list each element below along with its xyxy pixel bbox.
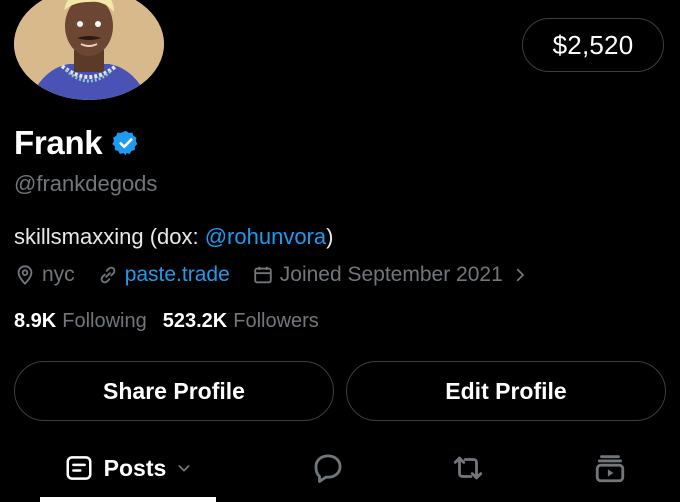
following-stat[interactable]: 8.9K Following: [14, 310, 147, 333]
following-count: 8.9K: [14, 310, 57, 332]
tab-posts-label: Posts: [103, 454, 167, 481]
media-icon: [595, 455, 625, 483]
avatar[interactable]: [14, 0, 164, 100]
display-name: Frank: [14, 124, 103, 161]
bio-text: skillsmaxxing (dox:: [14, 224, 205, 249]
posts-icon: [66, 456, 92, 480]
profile-meta: nyc paste.trade Joined September 2021: [14, 263, 535, 287]
followers-stat[interactable]: 523.2K Followers: [163, 310, 319, 333]
profile-tabs: Posts: [0, 440, 680, 502]
bio-close: ): [326, 224, 334, 249]
cartoon-avatar-icon: [14, 0, 164, 100]
joined-text: Joined September 2021: [279, 263, 503, 286]
share-profile-button[interactable]: Share Profile: [14, 361, 334, 421]
balance-button[interactable]: $2,520: [522, 18, 664, 72]
location-text: nyc: [42, 263, 75, 286]
followers-count: 523.2K: [162, 310, 228, 332]
edit-profile-button[interactable]: Edit Profile: [346, 361, 666, 421]
location-item: nyc: [14, 263, 75, 287]
tab-reposts[interactable]: [436, 440, 500, 496]
location-pin-icon: [17, 265, 33, 286]
joined-item[interactable]: Joined September 2021: [252, 263, 535, 287]
followers-label: Followers: [233, 310, 319, 332]
tab-replies[interactable]: [296, 440, 360, 496]
website-item[interactable]: paste.trade: [97, 263, 230, 287]
name-row: Frank: [14, 124, 140, 162]
tab-posts[interactable]: Posts: [40, 440, 216, 496]
reply-icon: [314, 454, 342, 483]
repost-icon: [453, 456, 483, 480]
bio-mention-link[interactable]: @rohunvora: [205, 224, 326, 249]
verified-badge-icon[interactable]: [112, 129, 140, 157]
handle: @frankdegods: [14, 171, 158, 196]
chevron-down-icon[interactable]: [176, 460, 192, 476]
bio: skillsmaxxing (dox: @rohunvora): [14, 224, 333, 250]
tab-media[interactable]: [578, 440, 642, 496]
calendar-icon: [254, 266, 272, 284]
website-link[interactable]: paste.trade: [125, 263, 230, 287]
link-icon: [100, 266, 116, 284]
following-label: Following: [62, 310, 147, 332]
active-tab-indicator: [40, 497, 216, 502]
chevron-right-icon: [516, 268, 524, 282]
follow-stats: 8.9K Following 523.2K Followers: [14, 310, 319, 333]
